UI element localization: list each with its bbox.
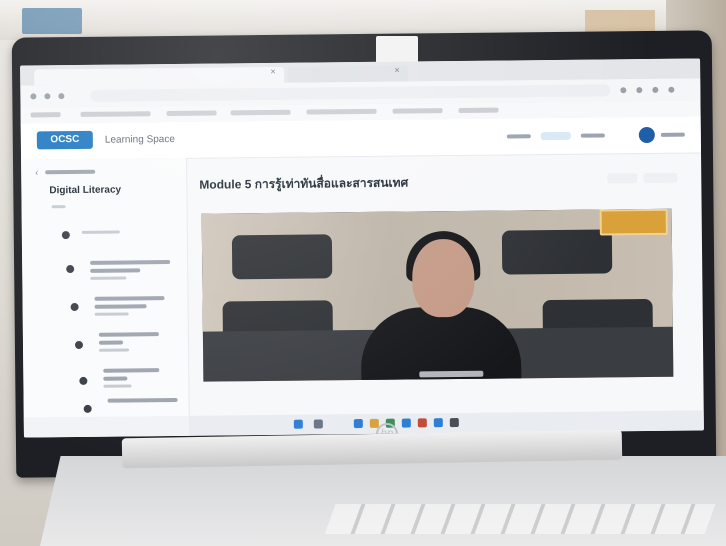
module-title: Module 5 การรู้เท่าทันสื่อและสารสนเทศ [199, 175, 409, 192]
extension-icon[interactable] [652, 86, 659, 93]
reload-icon[interactable] [58, 93, 65, 100]
chair [231, 234, 333, 280]
bookmark-item[interactable] [166, 110, 217, 117]
nav-item[interactable] [580, 133, 605, 138]
taskbar-app-icon[interactable] [401, 418, 411, 428]
browser-tab[interactable] [288, 65, 409, 83]
taskbar-app-icon[interactable] [449, 417, 459, 428]
back-link-label[interactable] [45, 169, 96, 175]
module-label[interactable] [94, 304, 147, 309]
profile-icon[interactable] [668, 86, 675, 93]
sidebar-footer [23, 415, 189, 438]
extension-icon[interactable] [636, 87, 643, 94]
back-icon[interactable] [30, 93, 37, 100]
module-label[interactable] [103, 368, 160, 373]
module-label[interactable] [81, 230, 120, 234]
module-status-icon [66, 265, 75, 274]
nav-item-active[interactable] [540, 131, 571, 141]
close-icon[interactable]: ✕ [270, 68, 276, 76]
module-label[interactable] [98, 340, 123, 345]
module-status-icon [61, 231, 70, 240]
close-icon[interactable]: ✕ [394, 67, 400, 75]
taskbar-app-icon[interactable] [433, 418, 443, 428]
start-icon[interactable] [293, 419, 303, 429]
ocsc-logo[interactable]: OCSC [36, 130, 93, 150]
keyboard [324, 504, 716, 534]
presenter-face [411, 238, 475, 318]
taskbar-app-icon[interactable] [353, 419, 363, 429]
brand-name: Learning Space [104, 133, 175, 146]
search-icon[interactable] [313, 419, 323, 429]
bookmark-item[interactable] [458, 107, 499, 113]
bookmark-item[interactable] [230, 109, 291, 116]
module-meta [90, 276, 127, 280]
user-name[interactable] [660, 132, 685, 137]
module-label[interactable] [107, 397, 178, 403]
bookmark-item[interactable] [306, 108, 377, 115]
module-meta [99, 348, 130, 352]
bookmark-item[interactable] [80, 111, 151, 117]
video-badge [599, 208, 668, 236]
chair [501, 229, 613, 275]
module-label[interactable] [103, 376, 128, 381]
module-label[interactable] [98, 332, 159, 337]
bookmark-item[interactable] [392, 108, 443, 114]
nav-item[interactable] [506, 134, 531, 139]
course-meta [51, 205, 66, 209]
module-meta [103, 384, 132, 388]
photo: ✕ ✕ OCSC Learning Space ‹ Digital Litera… [0, 0, 726, 546]
module-label[interactable] [94, 296, 165, 301]
laptop-screen: ✕ ✕ OCSC Learning Space ‹ Digital Litera… [20, 58, 704, 438]
video-caption [419, 370, 484, 378]
taskbar-app-icon[interactable] [417, 418, 427, 428]
module-status-icon [70, 302, 79, 312]
module-status-icon [74, 340, 84, 350]
header-button[interactable] [643, 172, 678, 184]
back-link[interactable]: ‹ [35, 167, 38, 177]
forward-icon[interactable] [44, 93, 51, 100]
module-label[interactable] [90, 260, 171, 265]
video-player[interactable] [201, 208, 674, 382]
extension-icon[interactable] [620, 87, 627, 94]
header-button[interactable] [607, 173, 638, 184]
module-label[interactable] [90, 268, 141, 273]
avatar[interactable] [638, 126, 655, 144]
course-title: Digital Literacy [49, 184, 122, 197]
background-object [22, 8, 82, 34]
module-status-icon [83, 404, 92, 413]
module-status-icon [79, 376, 88, 385]
module-meta [94, 312, 129, 316]
bookmark-item[interactable] [30, 112, 61, 118]
